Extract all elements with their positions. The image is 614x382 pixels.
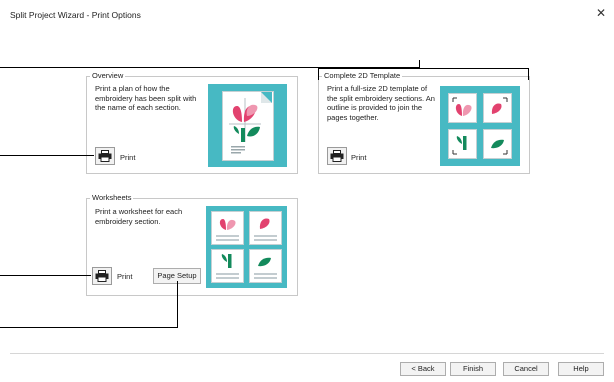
footer-separator: [10, 353, 604, 354]
close-icon[interactable]: ✕: [594, 6, 608, 20]
template2d-print-label[interactable]: Print: [351, 153, 366, 162]
worksheet-page-2: [249, 211, 282, 245]
overview-group-label: Overview: [90, 71, 126, 81]
worksheets-description: Print a worksheet for each embroidery se…: [95, 207, 183, 226]
printer-icon: [330, 150, 344, 162]
worksheets-print-button[interactable]: [92, 267, 112, 285]
template2d-thumbnail: [440, 86, 520, 166]
template2d-print-button[interactable]: [327, 147, 347, 165]
flower-diagram-icon: [229, 98, 261, 154]
worksheets-group-label: Worksheets: [90, 193, 134, 203]
template-bracket-top: [318, 68, 529, 69]
worksheet-page-1: [211, 211, 244, 245]
callout-line-2: [0, 155, 94, 156]
template-bracket-left: [318, 68, 319, 80]
template-bracket-right: [528, 68, 529, 80]
worksheet-page-3: [211, 249, 244, 283]
back-button[interactable]: < Back: [400, 362, 446, 376]
worksheets-print-label[interactable]: Print: [117, 272, 132, 281]
callout-line-4-rise: [177, 281, 178, 328]
cancel-button[interactable]: Cancel: [503, 362, 549, 376]
overview-print-button[interactable]: [95, 147, 115, 165]
callout-line-1-drop: [419, 60, 420, 68]
template-page-4: [483, 129, 512, 159]
printer-icon: [95, 270, 109, 282]
template-page-3: [448, 129, 477, 159]
overview-thumbnail: [208, 84, 287, 167]
callout-line-4: [0, 327, 178, 328]
template-page-2: [483, 93, 512, 123]
overview-description: Print a plan of how the embroidery has b…: [95, 84, 197, 112]
overview-print-label[interactable]: Print: [120, 153, 135, 162]
worksheets-thumbnail: [206, 206, 287, 288]
callout-line-3: [0, 275, 91, 276]
printer-icon: [98, 150, 112, 162]
window-title: Split Project Wizard - Print Options: [10, 10, 141, 20]
overview-page-image: [222, 91, 274, 161]
template2d-group-label: Complete 2D Template: [322, 71, 403, 81]
template-page-1: [448, 93, 477, 123]
help-button[interactable]: Help: [558, 362, 604, 376]
finish-button[interactable]: Finish: [450, 362, 496, 376]
template2d-description: Print a full-size 2D template of the spl…: [327, 84, 435, 122]
worksheet-page-4: [249, 249, 282, 283]
